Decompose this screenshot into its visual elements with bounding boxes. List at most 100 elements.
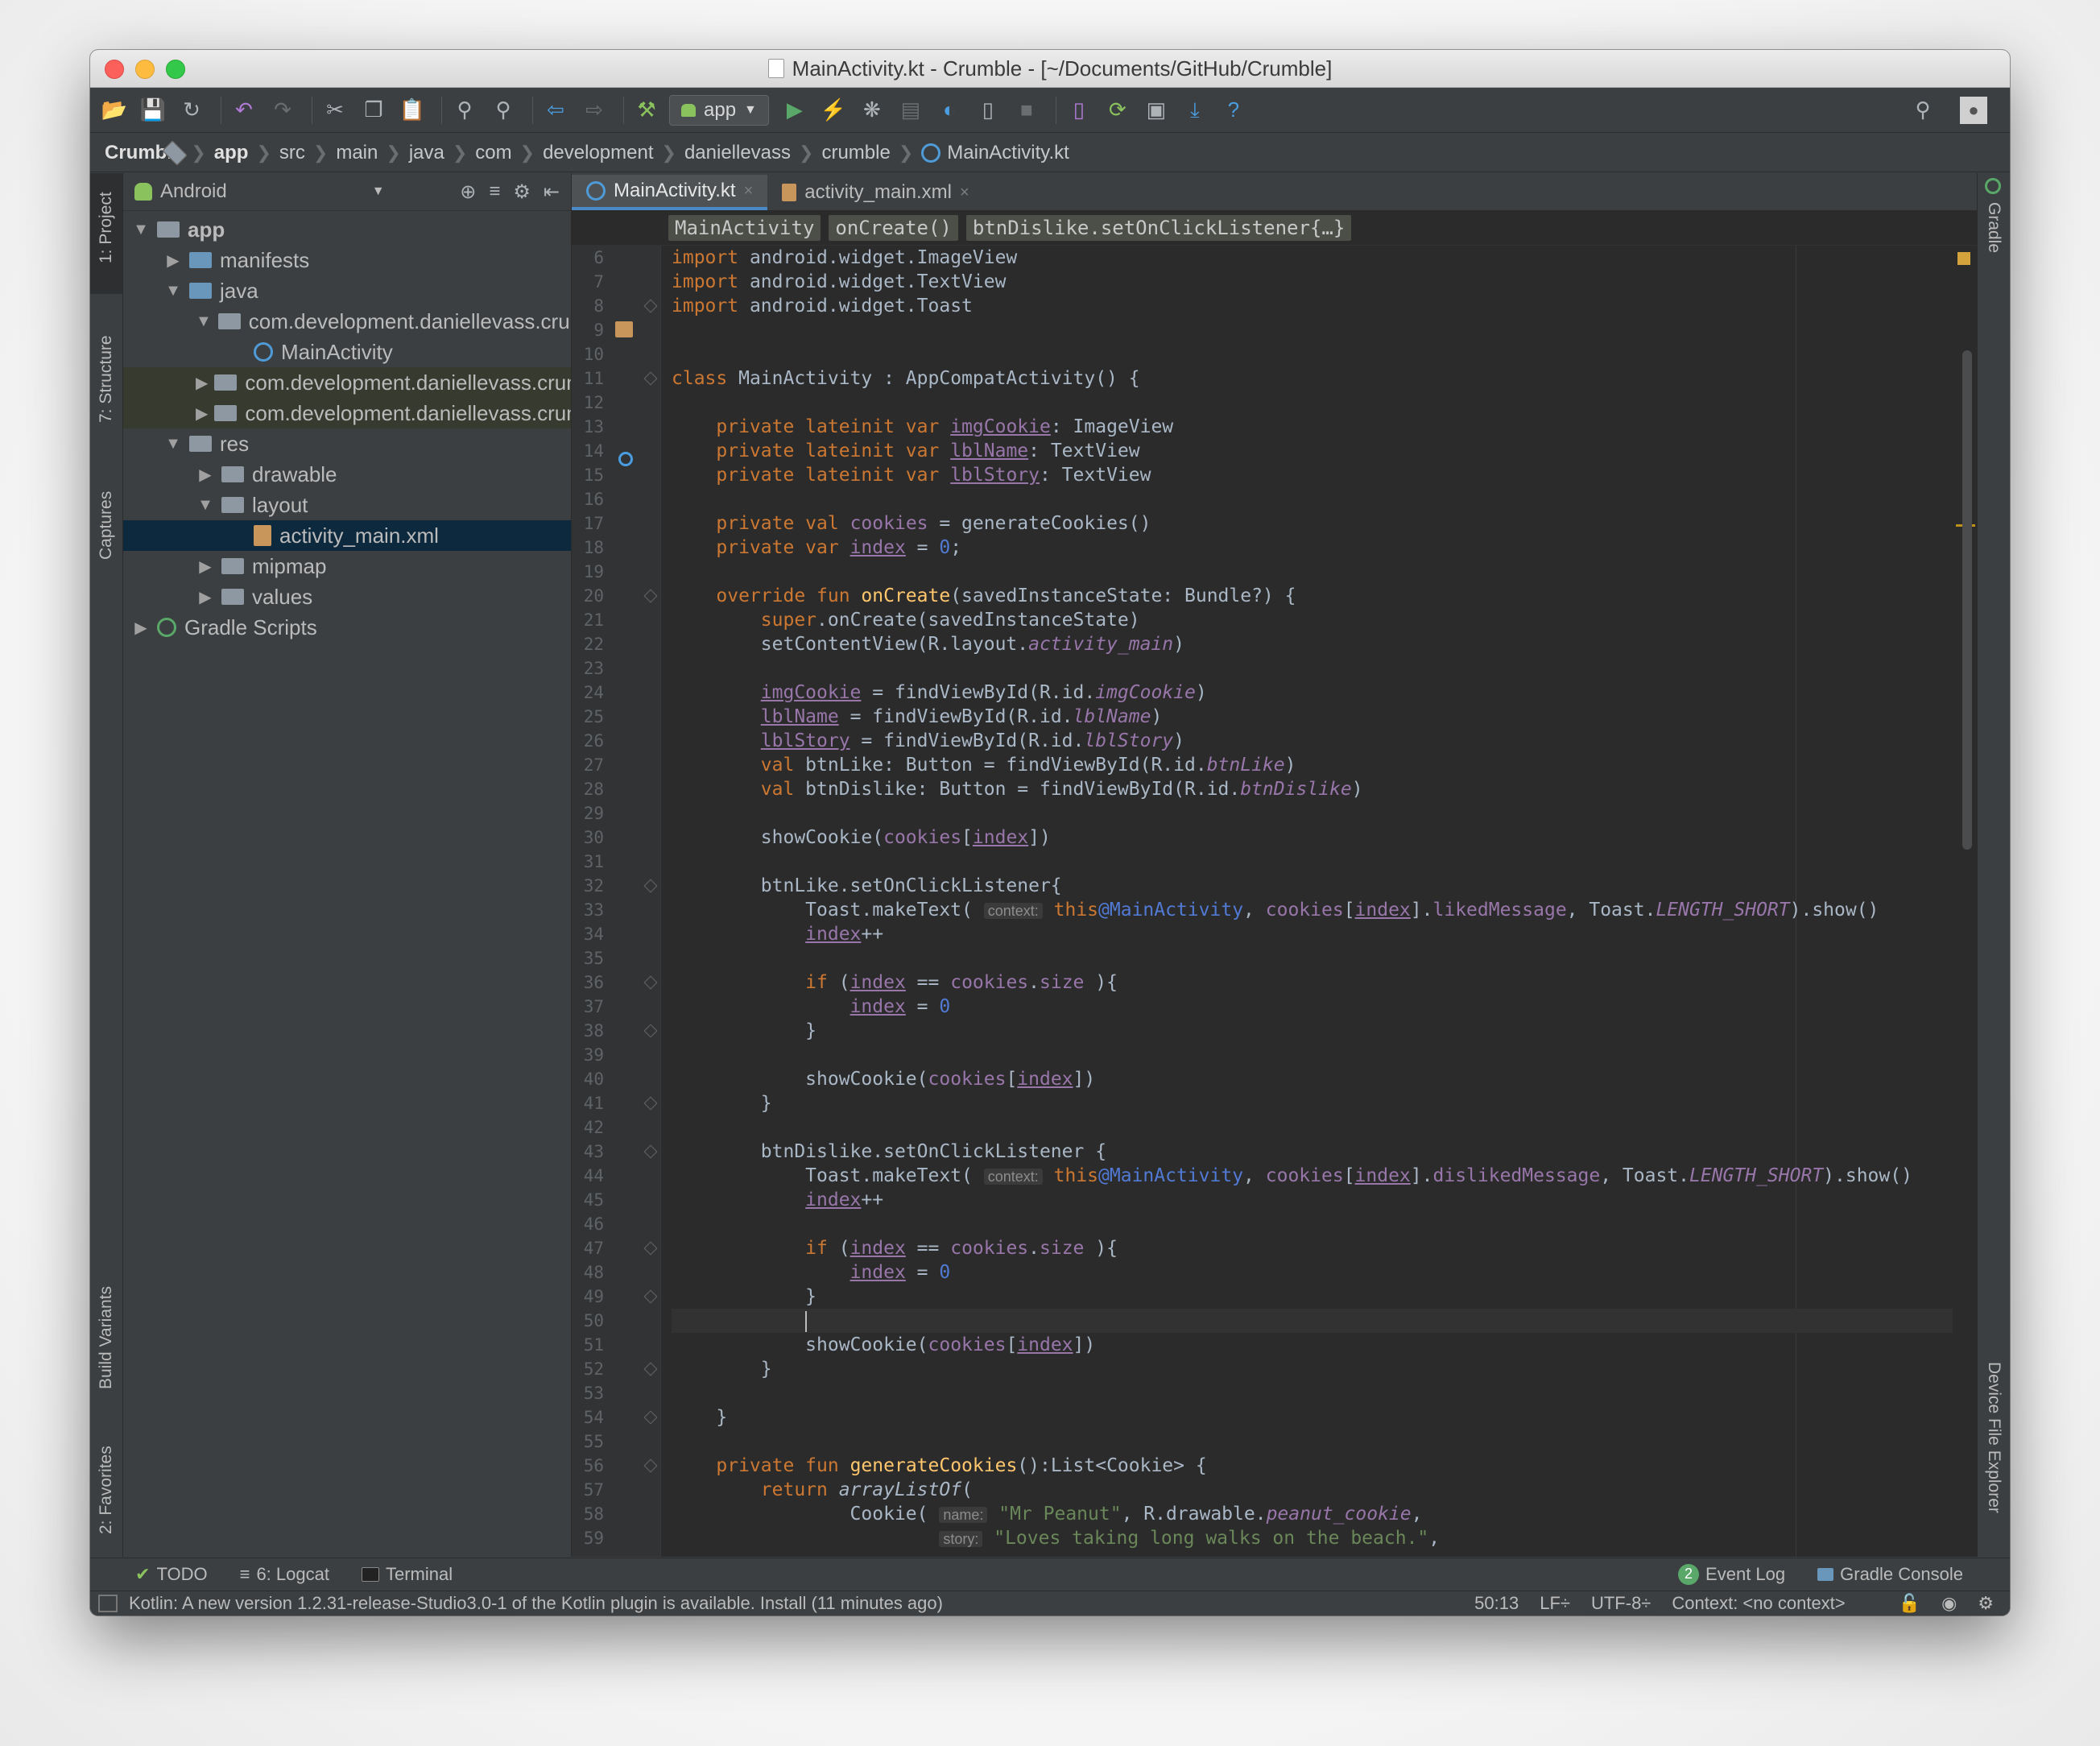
- tool-tab-logcat[interactable]: ≡ 6: Logcat: [240, 1564, 329, 1585]
- tool-tab-project[interactable]: 1: Project: [90, 173, 122, 294]
- expand-right-icon[interactable]: ▶: [196, 556, 215, 577]
- breadcrumb-item[interactable]: MainActivity.kt: [921, 142, 1069, 164]
- tool-tab-gradle-console[interactable]: Gradle Console: [1817, 1564, 1963, 1585]
- breadcrumb-item[interactable]: crumble: [162, 139, 891, 166]
- line-number[interactable]: 37: [572, 995, 604, 1019]
- line-number[interactable]: 13: [572, 415, 604, 439]
- breadcrumb-item[interactable]: main: [162, 139, 378, 166]
- tree-item[interactable]: ▶ values: [123, 581, 571, 612]
- tree-item[interactable]: ▶ Gradle Scripts: [123, 612, 571, 643]
- editor-scrollbar[interactable]: [1962, 350, 1972, 850]
- inspector-eye-icon[interactable]: ◉: [1941, 1593, 1957, 1614]
- code-line[interactable]: private fun generateCookies():List<Cooki…: [672, 1454, 1206, 1478]
- lock-icon[interactable]: 🔓: [1899, 1593, 1920, 1614]
- fold-marker-icon[interactable]: [643, 1144, 658, 1159]
- tree-item[interactable]: ▶ com.development.daniellevass.crumble: [123, 367, 571, 398]
- status-message[interactable]: Kotlin: A new version 1.2.31-release-Stu…: [129, 1593, 943, 1614]
- tree-item[interactable]: ▼ java: [123, 275, 571, 306]
- tree-item[interactable]: ▼ com.development.daniellevass.crumble: [123, 306, 571, 337]
- line-number[interactable]: 59: [572, 1526, 604, 1550]
- code-line[interactable]: }: [672, 1285, 816, 1309]
- expand-down-icon[interactable]: ▼: [163, 282, 183, 300]
- code-line[interactable]: private lateinit var lblStory: TextView: [672, 463, 1151, 487]
- line-number[interactable]: 36: [572, 970, 604, 995]
- tool-tab-favorites[interactable]: 2: Favorites: [90, 1429, 122, 1558]
- fold-marker-icon[interactable]: [643, 589, 658, 603]
- tree-item[interactable]: ▶ com.development.daniellevass.crumble: [123, 398, 571, 428]
- code-line[interactable]: super.onCreate(savedInstanceState): [672, 608, 1140, 632]
- profile-icon[interactable]: ▤: [895, 94, 927, 126]
- code-line[interactable]: }: [672, 1091, 772, 1115]
- code-crumb-lambda[interactable]: btnDislike.setOnClickListener{…}: [965, 215, 1352, 241]
- layout-inspector-icon[interactable]: ▣: [1140, 94, 1172, 126]
- help-icon[interactable]: ?: [1217, 94, 1250, 126]
- fold-marker-icon[interactable]: [643, 371, 658, 386]
- code-text[interactable]: import android.widget.ImageView import an…: [672, 246, 1953, 1557]
- settings-gear-icon[interactable]: ⚙: [513, 180, 531, 204]
- line-number[interactable]: 34: [572, 922, 604, 946]
- code-line[interactable]: private lateinit var lblName: TextView: [672, 439, 1139, 463]
- code-line[interactable]: if (index == cookies.size ){: [672, 970, 1118, 995]
- code-line[interactable]: private var index = 0;: [672, 536, 961, 560]
- back-icon[interactable]: ⇦: [539, 94, 572, 126]
- run-configuration-select[interactable]: app ▼: [669, 94, 769, 126]
- expand-right-icon[interactable]: ▶: [196, 373, 208, 393]
- fold-marker-icon[interactable]: [643, 1241, 658, 1256]
- maximize-window-button[interactable]: [166, 60, 185, 79]
- code-line[interactable]: imgCookie = findViewById(R.id.imgCookie): [672, 681, 1207, 705]
- code-line[interactable]: lblName = findViewById(R.id.lblName): [672, 705, 1163, 729]
- line-number[interactable]: 55: [572, 1429, 604, 1454]
- apply-changes-icon[interactable]: ⚡: [817, 94, 850, 126]
- tool-tab-device-file-explorer[interactable]: Device File Explorer: [1978, 1333, 2010, 1542]
- line-number[interactable]: 47: [572, 1236, 604, 1260]
- line-number[interactable]: 46: [572, 1212, 604, 1236]
- line-number[interactable]: 39: [572, 1043, 604, 1067]
- download-icon[interactable]: ⤓: [1179, 94, 1211, 126]
- breadcrumb-item[interactable]: src: [162, 139, 305, 166]
- code-line[interactable]: lblStory = findViewById(R.id.lblStory): [672, 729, 1184, 753]
- sync-icon[interactable]: ↻: [176, 94, 208, 126]
- device-icon[interactable]: ▯: [972, 94, 1004, 126]
- code-line[interactable]: }: [672, 1357, 772, 1381]
- line-number[interactable]: 18: [572, 536, 604, 560]
- build-hammer-icon[interactable]: ⚒: [630, 94, 663, 126]
- code-line[interactable]: [672, 1309, 1953, 1333]
- line-number[interactable]: 57: [572, 1478, 604, 1502]
- debug-icon[interactable]: ❋: [856, 94, 888, 126]
- tool-tab-event-log[interactable]: 2 Event Log: [1678, 1563, 1785, 1585]
- line-number[interactable]: 41: [572, 1091, 604, 1115]
- code-crumb-class[interactable]: MainActivity: [668, 215, 821, 241]
- tree-item[interactable]: ▼ layout: [123, 490, 571, 520]
- tree-item[interactable]: ▼ res: [123, 428, 571, 459]
- code-area[interactable]: 6 7 8 9 10 11 12 13 14 15 16 17 18 19 20 21 22 23 24 25 26 27…: [572, 246, 1977, 1557]
- caret-position[interactable]: 50:13: [1474, 1593, 1519, 1614]
- override-marker-icon[interactable]: [618, 452, 633, 466]
- tree-item[interactable]: ▶ manifests: [123, 245, 571, 275]
- context-indicator[interactable]: Context: <no context>: [1672, 1593, 1845, 1614]
- code-line[interactable]: return arrayListOf(: [672, 1478, 973, 1502]
- line-number[interactable]: 27: [572, 753, 604, 777]
- line-number[interactable]: 42: [572, 1115, 604, 1140]
- line-number[interactable]: 33: [572, 898, 604, 922]
- line-number[interactable]: 20: [572, 584, 604, 608]
- minimize-window-button[interactable]: [135, 60, 155, 79]
- attach-debugger-icon[interactable]: ◐: [933, 94, 965, 126]
- class-marker-icon[interactable]: [615, 321, 633, 337]
- collapse-all-icon[interactable]: ≡: [489, 180, 500, 204]
- fold-marker-icon[interactable]: [643, 1362, 658, 1376]
- paste-icon[interactable]: 📋: [396, 94, 428, 126]
- code-line[interactable]: import android.widget.TextView: [672, 270, 1006, 294]
- line-number[interactable]: 25: [572, 705, 604, 729]
- search-icon[interactable]: ⚲: [1907, 94, 1939, 126]
- gradle-sync-icon[interactable]: ⟳: [1102, 94, 1134, 126]
- line-number[interactable]: 52: [572, 1357, 604, 1381]
- replace-icon[interactable]: ⚲: [487, 94, 519, 126]
- project-view-select[interactable]: Android: [160, 180, 227, 203]
- tool-tab-terminal[interactable]: Terminal: [361, 1564, 453, 1585]
- tool-tab-gradle[interactable]: Gradle: [1978, 173, 2010, 278]
- redo-icon[interactable]: ↷: [267, 94, 299, 126]
- breadcrumb-item[interactable]: com: [162, 139, 512, 166]
- code-line[interactable]: import android.widget.Toast: [672, 294, 973, 318]
- line-gutter[interactable]: 6 7 8 9 10 11 12 13 14 15 16 17 18 19 20 21 22 23 24 25 26 27…: [572, 246, 661, 1557]
- line-number[interactable]: 32: [572, 874, 604, 898]
